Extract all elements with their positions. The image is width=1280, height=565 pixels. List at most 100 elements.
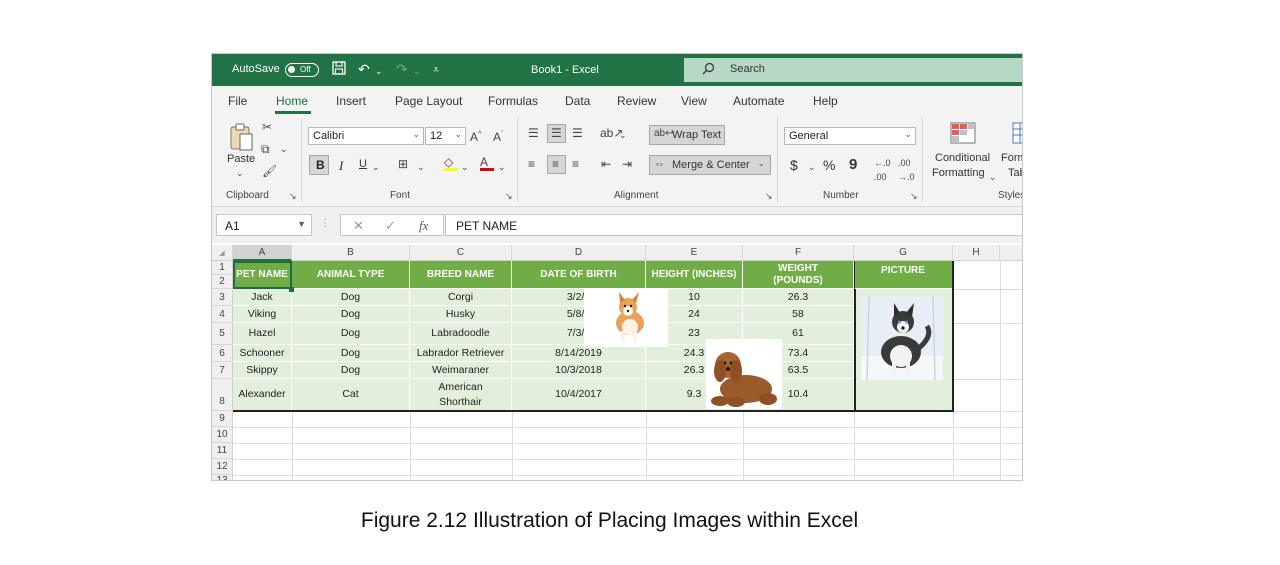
font-color-icon[interactable]: A <box>480 155 494 171</box>
conditional-formatting-line1[interactable]: Conditional <box>935 152 990 164</box>
cell-breed[interactable]: Weimaraner <box>410 362 512 379</box>
cell-pet-name[interactable]: Hazel <box>233 323 292 345</box>
column-header-d[interactable]: D <box>512 245 646 261</box>
merge-center-button[interactable]: ⇔ Merge & Center ⌄ <box>649 155 771 175</box>
autosave-toggle[interactable]: Off <box>285 63 319 77</box>
row-header-3[interactable]: 3 <box>212 289 233 306</box>
cell-breed[interactable]: Labradoodle <box>410 323 512 345</box>
cell-weight[interactable]: 26.3 <box>743 289 854 306</box>
paste-dropdown-icon[interactable]: ⌄ <box>236 166 244 180</box>
header-animal-type[interactable]: ANIMAL TYPE <box>292 261 410 289</box>
tab-file[interactable]: File <box>228 94 247 108</box>
decrease-indent-icon[interactable]: ⇤ <box>601 157 611 171</box>
formula-input[interactable]: PET NAME <box>445 214 1022 236</box>
cell-breed[interactable]: Labrador Retriever <box>410 345 512 362</box>
decrease-font-size-icon[interactable]: Aˇ <box>493 128 503 144</box>
husky-image[interactable] <box>861 295 943 381</box>
tab-view[interactable]: View <box>681 94 707 108</box>
bold-button[interactable]: B <box>309 155 329 175</box>
save-icon[interactable] <box>332 61 346 78</box>
format-as-table-line1[interactable]: Form <box>1001 152 1022 164</box>
wrap-text-button[interactable]: ab↩ Wrap Text <box>649 125 725 145</box>
cell-dob[interactable]: 10/4/2017 <box>512 379 646 411</box>
tab-data[interactable]: Data <box>565 94 590 108</box>
row-header-4[interactable]: 4 <box>212 306 233 323</box>
cell-breed[interactable]: Husky <box>410 306 512 323</box>
cell-dob[interactable]: 8/14/2019 <box>512 345 646 362</box>
number-format-select[interactable]: General ⌄ <box>784 127 916 145</box>
cell-weight[interactable]: 58 <box>743 306 854 323</box>
undo-dropdown-icon[interactable]: ⌄ <box>375 63 383 79</box>
currency-dropdown-icon[interactable]: ⌄ <box>808 160 816 174</box>
font-name-select[interactable]: Calibri ⌄ <box>308 127 424 145</box>
cell-animal-type[interactable]: Dog <box>292 323 410 345</box>
search-box[interactable]: Search <box>684 58 1022 82</box>
row-header-1[interactable]: 1 <box>212 261 233 275</box>
fill-color-dropdown-icon[interactable]: ⌄ <box>461 160 469 174</box>
column-header-b[interactable]: B <box>292 245 410 261</box>
tab-insert[interactable]: Insert <box>336 94 366 108</box>
row-header-2[interactable]: 2 <box>212 275 233 289</box>
tab-formulas[interactable]: Formulas <box>488 94 538 108</box>
increase-indent-icon[interactable]: ⇥ <box>622 157 632 171</box>
cell-dob[interactable]: 10/3/2018 <box>512 362 646 379</box>
fill-color-icon[interactable]: ◇ <box>444 155 458 171</box>
decrease-decimal-icon[interactable]: .00 →.0 <box>898 156 915 184</box>
column-header-i[interactable] <box>1000 245 1022 261</box>
clipboard-launcher-icon[interactable]: ↘ <box>289 191 297 202</box>
cell-pet-name[interactable]: Skippy <box>233 362 292 379</box>
row-header-9[interactable]: 9 <box>212 411 233 427</box>
increase-decimal-icon[interactable]: ←.0.00 <box>874 156 891 184</box>
labradoodle-image[interactable] <box>706 339 782 409</box>
align-left-icon[interactable]: ≡ <box>528 157 535 171</box>
cell-animal-type[interactable]: Dog <box>292 362 410 379</box>
paste-label[interactable]: Paste <box>227 153 255 165</box>
underline-dropdown-icon[interactable]: ⌄ <box>372 160 380 174</box>
font-launcher-icon[interactable]: ↘ <box>505 191 513 202</box>
row-header-5[interactable]: 5 <box>212 323 233 345</box>
format-as-table-line2[interactable]: Tab <box>1008 167 1022 179</box>
customize-toolbar-icon[interactable]: ⩡ <box>433 62 439 78</box>
increase-font-size-icon[interactable]: A^ <box>470 128 481 144</box>
cell-breed[interactable]: American Shorthair <box>410 379 512 411</box>
borders-dropdown-icon[interactable]: ⌄ <box>417 160 425 174</box>
fill-handle[interactable] <box>289 287 294 292</box>
name-box[interactable]: A1 ▼ <box>216 214 312 236</box>
cancel-icon[interactable]: ✕ <box>353 218 364 234</box>
copy-icon[interactable]: ⧉ <box>261 142 270 156</box>
cell-animal-type[interactable]: Dog <box>292 345 410 362</box>
top-align-icon[interactable]: ☰ <box>528 126 539 140</box>
center-button[interactable]: ≡ <box>547 155 566 174</box>
cell-animal-type[interactable]: Dog <box>292 306 410 323</box>
select-all-corner[interactable]: ◢ <box>212 245 233 261</box>
column-header-h[interactable]: H <box>953 245 1000 261</box>
font-color-dropdown-icon[interactable]: ⌄ <box>498 160 506 174</box>
column-header-a[interactable]: A <box>233 245 292 261</box>
header-weight[interactable]: WEIGHT (POUNDS) <box>743 261 854 289</box>
currency-button[interactable]: $ <box>790 157 798 173</box>
tab-automate[interactable]: Automate <box>733 94 784 108</box>
orientation-dropdown-icon[interactable]: ⌄ <box>619 128 627 142</box>
redo-dropdown-icon[interactable]: ⌄ <box>413 63 421 79</box>
column-header-g[interactable]: G <box>854 245 953 261</box>
format-painter-icon[interactable]: 🖌 <box>262 164 277 178</box>
borders-icon[interactable]: ⊞ <box>398 157 408 171</box>
alignment-launcher-icon[interactable]: ↘ <box>765 191 773 202</box>
row-header-12[interactable]: 12 <box>212 459 233 475</box>
undo-icon[interactable]: ↶ <box>358 61 370 77</box>
copy-dropdown-icon[interactable]: ⌄ <box>280 142 288 156</box>
cell-animal-type[interactable]: Cat <box>292 379 410 411</box>
cell-breed[interactable]: Corgi <box>410 289 512 306</box>
italic-button[interactable]: I <box>339 158 343 174</box>
column-header-f[interactable]: F <box>743 245 854 261</box>
row-header-8[interactable]: 8 <box>212 379 233 411</box>
row-header-11[interactable]: 11 <box>212 443 233 459</box>
cell-pet-name[interactable]: Jack <box>233 289 292 306</box>
format-as-table-icon[interactable] <box>1012 122 1022 147</box>
header-picture[interactable]: PICTURE <box>854 261 953 289</box>
font-size-select[interactable]: 12 ⌄ <box>425 127 466 145</box>
percent-button[interactable]: % <box>823 157 835 173</box>
conditional-formatting-icon[interactable] <box>950 122 976 147</box>
more-options-icon[interactable]: ⋮ <box>320 218 330 229</box>
cell-pet-name[interactable]: Schooner <box>233 345 292 362</box>
